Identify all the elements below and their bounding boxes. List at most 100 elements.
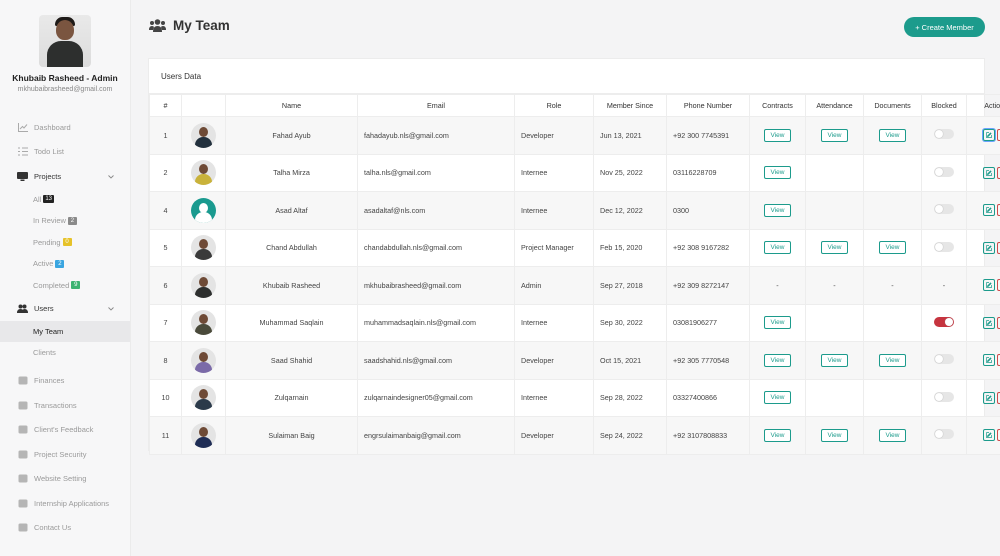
sidebar-item-finances[interactable]: Finances bbox=[0, 369, 130, 394]
sidebar-item-client-s-feedback[interactable]: Client's Feedback bbox=[0, 418, 130, 443]
table-row: 10 Zulqarnain zulqarnaindesigner05@gmail.c… bbox=[149, 378, 1000, 417]
contracts-cell: View bbox=[749, 303, 806, 342]
sidebar-item-clients[interactable]: Clients bbox=[0, 342, 130, 364]
blocked-toggle[interactable] bbox=[934, 429, 954, 440]
column-header: Role bbox=[514, 94, 594, 117]
sidebar-item-label: Projects bbox=[34, 171, 62, 181]
sidebar-item-label: Contact Us bbox=[34, 523, 72, 533]
edit-icon[interactable] bbox=[983, 391, 995, 404]
actions-cell bbox=[966, 228, 1000, 267]
actions-cell bbox=[966, 341, 1000, 380]
attendance-cell: View bbox=[805, 228, 864, 267]
count-badge: 13 bbox=[43, 195, 55, 204]
sidebar-item-projects-in-review[interactable]: In Review 2 bbox=[0, 210, 130, 232]
blocked-toggle[interactable] bbox=[934, 129, 954, 140]
documents-cell: View bbox=[863, 416, 922, 455]
view-documents-button[interactable]: View bbox=[878, 128, 907, 142]
sidebar-item-transactions[interactable]: Transactions bbox=[0, 393, 130, 418]
blocked-cell bbox=[921, 228, 967, 267]
edit-icon[interactable] bbox=[983, 166, 995, 179]
member-email: engrsulaimanbaig@gmail.com bbox=[357, 416, 515, 455]
sidebar-item-my-team[interactable]: My Team bbox=[0, 320, 130, 342]
view-attendance-button[interactable]: View bbox=[820, 128, 849, 142]
edit-icon[interactable] bbox=[983, 129, 995, 142]
sidebar-item-label: All bbox=[33, 194, 42, 204]
view-contracts-button[interactable]: View bbox=[763, 128, 792, 142]
view-documents-button[interactable]: View bbox=[878, 353, 907, 367]
view-contracts-button[interactable]: View bbox=[763, 203, 792, 217]
shield-icon bbox=[17, 449, 28, 460]
sidebar-item-website-setting[interactable]: Website Setting bbox=[0, 467, 130, 492]
edit-icon[interactable] bbox=[983, 429, 995, 442]
view-documents-button[interactable]: View bbox=[878, 428, 907, 442]
sidebar-item-dashboard[interactable]: Dashboard bbox=[0, 115, 130, 140]
sidebar-item-contact-us[interactable]: Contact Us bbox=[0, 516, 130, 541]
member-role: Internee bbox=[514, 153, 594, 192]
edit-icon[interactable] bbox=[983, 279, 995, 292]
view-contracts-button[interactable]: View bbox=[763, 166, 792, 180]
users-data-card: Users Data # Name Email Role Member Since Pho… bbox=[148, 58, 1000, 455]
edit-icon[interactable] bbox=[983, 241, 995, 254]
create-member-button[interactable]: + Create Member bbox=[904, 17, 985, 37]
member-role: Project Manager bbox=[514, 228, 594, 267]
view-contracts-button[interactable]: View bbox=[763, 316, 792, 330]
view-contracts-button[interactable]: View bbox=[763, 241, 792, 255]
contracts-cell: View bbox=[749, 378, 806, 417]
member-email: asadaltaf@nls.com bbox=[357, 191, 515, 230]
documents-cell: View bbox=[863, 341, 922, 380]
sidebar-item-project-security[interactable]: Project Security bbox=[0, 442, 130, 467]
blocked-toggle[interactable] bbox=[934, 166, 954, 177]
view-attendance-button[interactable]: View bbox=[820, 241, 849, 255]
avatar-cell bbox=[181, 116, 226, 155]
blocked-toggle[interactable] bbox=[934, 204, 954, 215]
blocked-toggle[interactable] bbox=[934, 391, 954, 402]
avatar bbox=[191, 122, 216, 148]
empty-value: - bbox=[891, 280, 894, 290]
edit-icon[interactable] bbox=[983, 204, 995, 217]
row-id: 4 bbox=[149, 191, 182, 230]
view-attendance-button[interactable]: View bbox=[820, 353, 849, 367]
avatar bbox=[191, 385, 216, 411]
blocked-cell bbox=[921, 416, 967, 455]
member-since: Sep 24, 2022 bbox=[593, 416, 667, 455]
attendance-cell: - bbox=[805, 266, 864, 305]
actions-cell bbox=[966, 378, 1000, 417]
sidebar-item-internship-applications[interactable]: Internship Applications bbox=[0, 491, 130, 516]
comment-icon bbox=[17, 424, 28, 435]
member-phone: +92 308 9167282 bbox=[666, 228, 750, 267]
edit-icon[interactable] bbox=[983, 354, 995, 367]
sidebar-item-users[interactable]: Users bbox=[0, 296, 130, 321]
sidebar-item-projects-all[interactable]: All 13 bbox=[0, 189, 130, 211]
documents-cell bbox=[863, 303, 922, 342]
contracts-cell: View bbox=[749, 153, 806, 192]
contracts-cell: View bbox=[749, 228, 806, 267]
edit-icon[interactable] bbox=[983, 316, 995, 329]
blocked-toggle[interactable] bbox=[934, 316, 954, 327]
view-contracts-button[interactable]: View bbox=[763, 428, 792, 442]
sidebar-item-projects-pending[interactable]: Pending 0 bbox=[0, 232, 130, 254]
view-contracts-button[interactable]: View bbox=[763, 353, 792, 367]
blocked-toggle[interactable] bbox=[934, 241, 954, 252]
blocked-toggle[interactable] bbox=[934, 354, 954, 365]
sidebar-item-projects[interactable]: Projects bbox=[0, 164, 130, 189]
sidebar-item-todo[interactable]: Todo List bbox=[0, 140, 130, 165]
member-email: muhammadsaqlain.nls@gmail.com bbox=[357, 303, 515, 342]
sidebar-item-label: Project Security bbox=[34, 449, 87, 459]
blocked-cell bbox=[921, 341, 967, 380]
count-badge: 2 bbox=[55, 259, 65, 268]
avatar bbox=[191, 235, 216, 261]
actions-cell bbox=[966, 116, 1000, 155]
view-contracts-button[interactable]: View bbox=[763, 391, 792, 405]
empty-value: - bbox=[833, 280, 836, 290]
view-documents-button[interactable]: View bbox=[878, 241, 907, 255]
avatar-cell bbox=[181, 341, 226, 380]
row-id: 7 bbox=[149, 303, 182, 342]
member-phone: +92 3107808833 bbox=[666, 416, 750, 455]
view-attendance-button[interactable]: View bbox=[820, 428, 849, 442]
member-since: Sep 30, 2022 bbox=[593, 303, 667, 342]
sidebar-item-projects-completed[interactable]: Completed 9 bbox=[0, 275, 130, 297]
documents-cell: - bbox=[863, 266, 922, 305]
blocked-cell: - bbox=[921, 266, 967, 305]
table-row: 11 Sulaiman Baig engrsulaimanbaig@gmail.co… bbox=[149, 416, 1000, 455]
sidebar-item-projects-active[interactable]: Active 2 bbox=[0, 253, 130, 275]
